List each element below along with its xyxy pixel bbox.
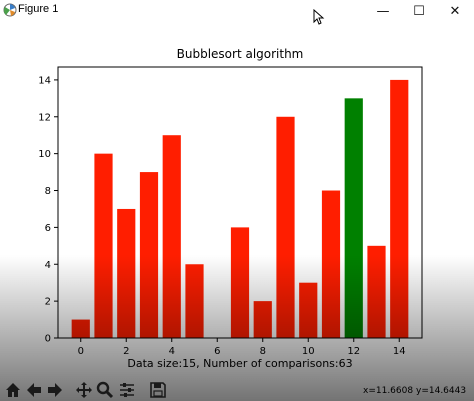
forward-arrow-icon (48, 383, 62, 397)
cursor-y-readout: y=14.6443 (416, 386, 467, 396)
save-button[interactable] (147, 379, 169, 401)
bars-layer (71, 79, 409, 339)
minimize-icon: — (376, 3, 390, 19)
bar-12 (344, 98, 363, 338)
y-tick-label: 2 (45, 297, 51, 308)
bar-8 (253, 301, 272, 338)
chart-title: Bubblesort algorithm (177, 47, 304, 61)
x-tick-label: 8 (260, 346, 266, 357)
maximize-button[interactable]: ☐ (400, 0, 438, 22)
bar-7 (230, 227, 250, 338)
close-button[interactable]: ✕ (436, 0, 474, 22)
x-tick-label: 12 (347, 346, 360, 357)
zoom-button[interactable] (94, 379, 116, 401)
bar-10 (299, 282, 318, 338)
matplotlib-logo-icon (3, 3, 17, 17)
zoom-icon (96, 381, 114, 399)
pan-icon (76, 382, 92, 398)
configure-subplots-button[interactable] (116, 379, 138, 401)
bar-4 (162, 135, 181, 338)
maximize-icon: ☐ (413, 3, 425, 19)
bar-11 (321, 190, 341, 338)
x-tick-label: 0 (78, 346, 84, 357)
bar-14 (390, 79, 409, 339)
bar-1 (94, 153, 113, 338)
window-titlebar: Figure 1 — ☐ ✕ (0, 0, 474, 25)
pan-button[interactable] (73, 379, 95, 401)
bar-3 (139, 172, 159, 338)
bar-chart: Bubblesort algorithm 0 2 4 6 8 10 12 14 0 2 4 6 8 10 1… (38, 47, 423, 370)
forward-button[interactable] (44, 379, 66, 401)
home-icon (6, 383, 20, 397)
bar-2 (117, 208, 136, 338)
y-tick-label: 0 (45, 334, 51, 345)
configure-subplots-icon (120, 383, 134, 397)
y-tick-label: 6 (45, 223, 51, 234)
back-arrow-icon (27, 383, 41, 397)
y-tick-label: 12 (38, 112, 51, 123)
minimize-button[interactable]: — (364, 0, 402, 22)
x-tick-label: 2 (123, 346, 129, 357)
home-button[interactable] (2, 379, 24, 401)
x-tick-label: 6 (214, 346, 220, 357)
cursor-x-readout: x=11.6608 (363, 386, 414, 396)
x-tick-label: 4 (169, 346, 175, 357)
bar-0 (71, 319, 90, 338)
bar-9 (276, 116, 295, 338)
bar-13 (367, 245, 386, 338)
back-button[interactable] (23, 379, 45, 401)
y-tick-label: 4 (45, 260, 51, 271)
y-tick-label: 10 (38, 149, 51, 160)
window-title: Figure 1 (18, 3, 59, 15)
mouse-cursor-icon (313, 9, 325, 25)
x-tick-label: 10 (302, 346, 315, 357)
y-tick-label: 8 (45, 186, 51, 197)
y-tick-label: 14 (38, 75, 51, 86)
close-icon: ✕ (449, 3, 461, 19)
x-axis-label: Data size:15, Number of comparisons:63 (127, 357, 352, 370)
x-tick-label: 14 (393, 346, 406, 357)
bar-5 (185, 264, 204, 338)
save-icon (150, 382, 166, 398)
